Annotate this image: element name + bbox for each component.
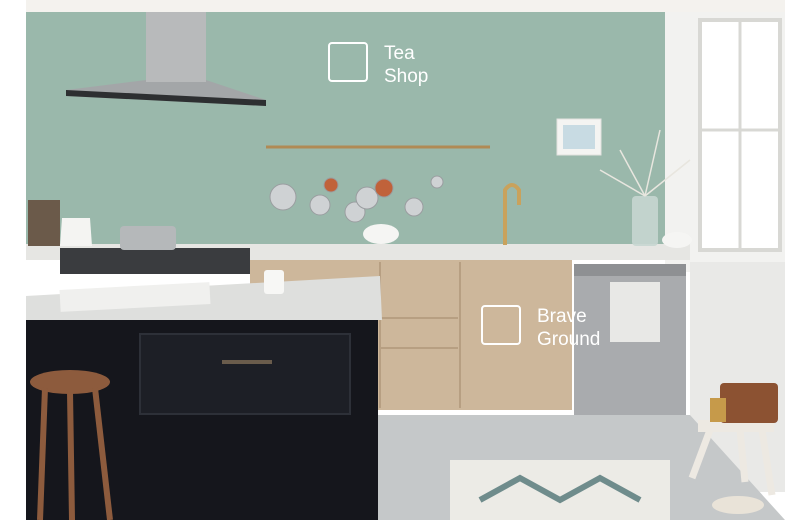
pot	[120, 226, 176, 250]
color-name-line2: Ground	[537, 329, 601, 350]
color-name: Tea Shop	[384, 42, 428, 88]
rug	[450, 460, 670, 520]
kitchen-photo: Tea Shop Brave Ground	[0, 0, 785, 520]
swatch-outline	[481, 305, 521, 345]
stove	[60, 248, 250, 274]
color-name-line1: Tea	[384, 43, 415, 64]
jug	[60, 218, 92, 246]
color-name-line1: Brave	[537, 306, 587, 327]
swatch-outline	[328, 42, 368, 82]
plate	[712, 496, 764, 514]
color-name: Brave Ground	[537, 305, 600, 351]
color-label-brave-ground: Brave Ground	[481, 305, 600, 351]
top-strip	[0, 0, 785, 12]
bowl	[363, 224, 399, 244]
color-label-tea-shop: Tea Shop	[328, 42, 428, 88]
left-margin	[0, 0, 26, 520]
cup	[264, 270, 284, 294]
color-name-line2: Shop	[384, 66, 429, 87]
jar	[710, 398, 726, 422]
picnic-basket	[720, 383, 778, 423]
books	[28, 200, 60, 246]
glass-vase	[632, 196, 658, 246]
tea-towel	[610, 282, 660, 342]
